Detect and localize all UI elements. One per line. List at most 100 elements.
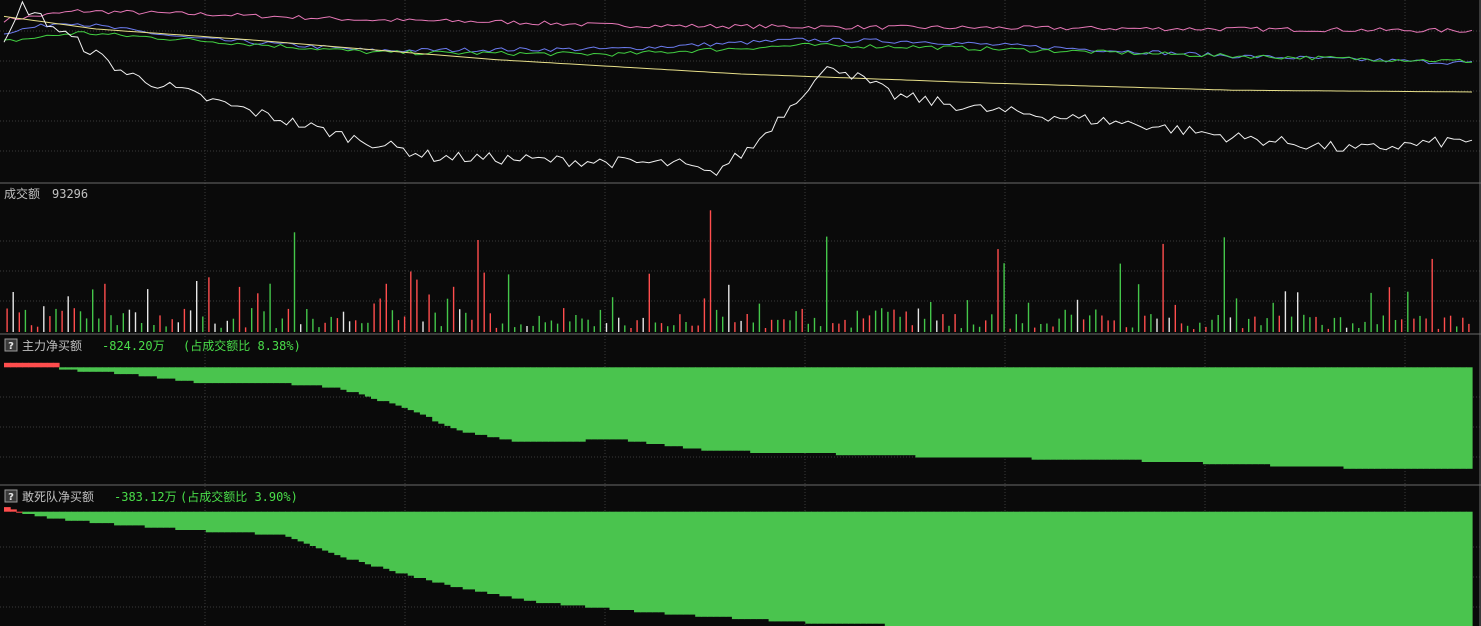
net-buy-bar (964, 511, 971, 626)
net-buy-bar (676, 511, 684, 615)
net-buy-bar (542, 511, 549, 604)
net-buy-bar (95, 367, 103, 372)
net-buy-bar (695, 367, 702, 449)
net-buy-bar (279, 511, 286, 535)
net-buy-bar (1184, 511, 1192, 626)
net-buy-bar (707, 511, 715, 617)
net-buy-bar (682, 511, 690, 615)
net-buy-bar (1227, 511, 1234, 626)
net-buy-bar (1306, 511, 1314, 626)
net-buy-bar (407, 511, 415, 576)
net-buy-bar (481, 511, 488, 592)
net-buy-bar (126, 511, 133, 526)
net-buy-bar (933, 367, 941, 458)
net-buy-bar (95, 511, 103, 524)
net-buy-bar (187, 511, 195, 530)
volume-value: 93296 (52, 187, 88, 201)
net-buy-bar (1135, 367, 1143, 460)
net-buy-bar (603, 511, 611, 608)
net-buy-bar (1056, 367, 1063, 460)
net-buy-bar (933, 511, 941, 626)
net-buy-bar (322, 367, 329, 388)
net-buy-bar (273, 511, 280, 535)
net-buy-bar (52, 511, 60, 519)
net-buy-bar (1288, 511, 1296, 626)
net-buy-bar (1025, 511, 1033, 626)
main-force-help-icon[interactable]: ? (4, 338, 18, 352)
net-buy-bar (383, 367, 390, 402)
net-buy-bar (218, 511, 225, 533)
net-buy-bar (799, 367, 806, 453)
net-buy-bar (205, 511, 213, 533)
net-buy-bar (1386, 511, 1394, 626)
net-buy-bar (1361, 511, 1369, 626)
net-buy-bar (46, 362, 54, 368)
net-buy-bar (1202, 511, 1210, 626)
net-buy-bar (530, 367, 537, 442)
net-buy-bar (701, 367, 708, 451)
net-buy-bar (401, 367, 409, 408)
net-buy-bar (621, 511, 629, 610)
net-buy-bar (248, 367, 256, 384)
net-buy-bar (976, 367, 984, 458)
net-buy-bar (921, 367, 929, 458)
net-buy-bar (664, 511, 672, 615)
net-buy-bar (939, 367, 947, 458)
net-buy-bar (358, 511, 366, 562)
net-buy-bar (566, 367, 574, 442)
net-buy-bar (811, 511, 819, 624)
price-line-green (3, 31, 1473, 64)
net-buy-bar (994, 511, 1002, 626)
net-buy-bar (1098, 367, 1106, 460)
net-buy-bar (1098, 511, 1106, 626)
dare-to-die-help-icon[interactable]: ? (4, 489, 18, 503)
net-buy-bar (175, 367, 182, 381)
net-buy-bar (689, 511, 696, 615)
net-buy-bar (1013, 511, 1020, 626)
net-buy-bar (1221, 511, 1228, 626)
net-buy-bar (1447, 367, 1455, 469)
net-buy-bar (1368, 511, 1375, 626)
net-buy-bar (1092, 367, 1100, 460)
net-buy-bar (1166, 511, 1173, 626)
net-buy-bar (1086, 367, 1094, 460)
net-buy-bar (1337, 367, 1345, 467)
net-buy-bar (854, 511, 861, 624)
dare-to-die-value: -383.12万 (114, 490, 177, 504)
net-buy-bar (634, 367, 641, 442)
net-buy-bar (1251, 511, 1259, 626)
net-buy-bar (328, 367, 335, 388)
net-buy-bar (297, 511, 305, 542)
net-buy-bar (927, 511, 935, 626)
net-buy-bar (725, 367, 733, 451)
net-buy-bar (762, 367, 770, 453)
net-buy-bar (438, 511, 445, 583)
net-buy-bar (658, 511, 666, 613)
net-buy-bar (1300, 367, 1308, 467)
net-buy-bar (1313, 367, 1320, 467)
net-buy-bar (1172, 367, 1179, 462)
net-buy-bar (884, 367, 892, 456)
net-buy-bar (982, 367, 990, 458)
net-buy-bar (890, 367, 898, 456)
net-buy-bar (1080, 511, 1088, 626)
net-buy-bar (842, 367, 849, 456)
net-buy-bar (597, 367, 604, 440)
net-buy-bar (120, 367, 127, 375)
net-buy-bar (1325, 367, 1332, 467)
net-buy-bar (383, 511, 390, 569)
net-buy-bar (395, 367, 403, 406)
net-buy-bar (536, 367, 543, 442)
net-buy-bar (609, 367, 617, 440)
net-buy-bar (1459, 511, 1467, 626)
net-buy-bar (322, 511, 329, 551)
net-buy-bar (872, 511, 880, 624)
net-buy-bar (260, 367, 268, 384)
net-buy-bar (646, 367, 653, 444)
net-buy-bar (1398, 511, 1406, 626)
net-buy-bar (1013, 367, 1020, 458)
net-buy-bar (768, 511, 776, 622)
net-buy-bar (462, 367, 470, 433)
net-buy-bar (621, 367, 629, 440)
net-buy-bar (780, 367, 788, 453)
